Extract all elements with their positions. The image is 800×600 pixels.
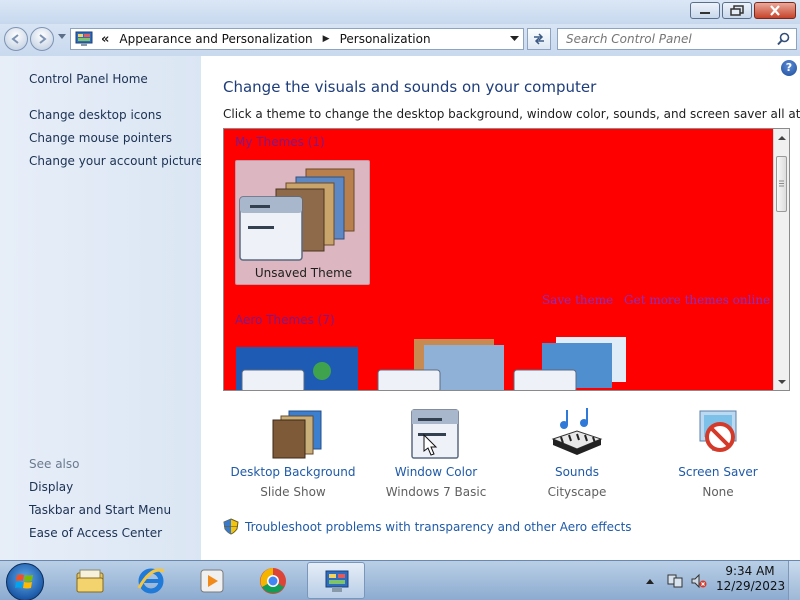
breadcrumb-separator-icon[interactable]: ▶ xyxy=(323,34,330,44)
themes-list: My Themes (1) Unsaved Theme Save theme G… xyxy=(223,128,790,391)
left-task-pane: Control Panel Home Change desktop icons … xyxy=(0,56,203,560)
back-button[interactable] xyxy=(4,27,28,51)
desktop-background-value: Slide Show xyxy=(260,485,326,499)
sounds-link[interactable]: Sounds xyxy=(507,465,647,479)
close-button[interactable] xyxy=(754,2,796,19)
window-color-item[interactable]: Window Color Windows 7 Basic xyxy=(366,407,506,499)
my-themes-label[interactable]: My Themes (1) xyxy=(235,135,325,149)
theme-preview-icon xyxy=(239,168,355,261)
display-link[interactable]: Display xyxy=(29,480,73,494)
volume-muted-icon[interactable] xyxy=(691,573,707,589)
screen-saver-link[interactable]: Screen Saver xyxy=(648,465,788,479)
sounds-value: Cityscape xyxy=(547,485,607,499)
themes-scrollbar[interactable] xyxy=(773,129,789,390)
search-icon[interactable] xyxy=(777,32,790,46)
folder-icon xyxy=(76,569,104,593)
shield-icon xyxy=(223,518,239,535)
control-panel-home-link[interactable]: Control Panel Home xyxy=(29,72,148,86)
address-bar[interactable]: « Appearance and Personalization ▶ Perso… xyxy=(70,28,524,50)
taskbar-start-menu-link[interactable]: Taskbar and Start Menu xyxy=(29,503,171,517)
aero-themes-label[interactable]: Aero Themes (7) xyxy=(235,313,335,327)
windows-logo-icon xyxy=(15,574,33,589)
breadcrumb-personalization[interactable]: Personalization xyxy=(340,32,431,46)
taskbar-internet-explorer[interactable] xyxy=(122,562,180,599)
aero-theme-previews-icon[interactable] xyxy=(236,337,656,391)
clock-time: 9:34 AM xyxy=(725,564,775,578)
window-color-link[interactable]: Window Color xyxy=(366,465,506,479)
taskbar-control-panel[interactable] xyxy=(307,562,365,599)
search-input[interactable] xyxy=(557,28,797,50)
see-also-label: See also xyxy=(29,457,80,471)
refresh-button[interactable] xyxy=(527,28,551,50)
system-clock[interactable]: 9:34 AM 12/29/2023 xyxy=(716,564,786,594)
scrollbar-thumb[interactable] xyxy=(776,156,787,212)
scroll-up-icon[interactable] xyxy=(775,133,789,143)
change-desktop-icons-link[interactable]: Change desktop icons xyxy=(29,108,162,122)
back-arrow-icon xyxy=(11,34,19,44)
minimize-button[interactable] xyxy=(690,2,720,19)
taskbar-file-explorer[interactable] xyxy=(61,562,119,599)
breadcrumb-appearance[interactable]: Appearance and Personalization xyxy=(119,32,312,46)
desktop-background-item[interactable]: Desktop Background Slide Show xyxy=(223,407,363,499)
clock-date: 12/29/2023 xyxy=(716,579,786,593)
change-account-picture-link[interactable]: Change your account picture xyxy=(29,154,203,168)
control-panel-taskbar-icon xyxy=(325,570,349,592)
internet-explorer-icon xyxy=(137,568,165,594)
minimize-icon xyxy=(700,11,710,14)
window-color-icon xyxy=(411,409,459,459)
taskbar xyxy=(0,560,800,600)
scroll-down-icon[interactable] xyxy=(775,377,789,387)
forward-arrow-icon xyxy=(39,34,47,44)
screen-saver-item[interactable]: Screen Saver None xyxy=(648,407,788,499)
taskbar-media-player[interactable] xyxy=(183,562,241,599)
title-bar xyxy=(0,0,800,24)
restore-button[interactable] xyxy=(722,2,752,19)
taskbar-chrome[interactable] xyxy=(244,562,302,599)
close-icon xyxy=(770,5,780,16)
address-dropdown-icon[interactable] xyxy=(510,36,519,42)
control-panel-icon xyxy=(75,31,93,46)
show-hidden-icons-icon[interactable] xyxy=(645,577,655,585)
page-title: Change the visuals and sounds on your co… xyxy=(223,78,597,96)
change-mouse-pointers-link[interactable]: Change mouse pointers xyxy=(29,131,172,145)
help-icon[interactable]: ? xyxy=(781,60,797,76)
media-player-icon xyxy=(200,569,224,593)
chrome-icon xyxy=(260,568,286,594)
breadcrumb-root[interactable]: « xyxy=(101,32,109,47)
desktop-background-icon xyxy=(272,410,322,459)
forward-button[interactable] xyxy=(30,27,54,51)
screen-saver-value: None xyxy=(702,485,734,499)
restore-icon xyxy=(730,5,744,16)
unsaved-theme-tile[interactable]: Unsaved Theme xyxy=(235,160,370,285)
window-controls xyxy=(690,2,796,19)
sounds-item[interactable]: Sounds Cityscape xyxy=(507,407,647,499)
troubleshoot-text[interactable]: Troubleshoot problems with transparency … xyxy=(245,520,632,534)
screen-saver-icon xyxy=(699,410,737,452)
get-more-themes-link[interactable]: Get more themes online xyxy=(624,293,770,307)
start-button[interactable] xyxy=(6,563,44,600)
unsaved-theme-label: Unsaved Theme xyxy=(254,266,353,280)
network-icon[interactable] xyxy=(667,573,683,589)
grip-icon xyxy=(779,180,784,187)
show-desktop-button[interactable] xyxy=(788,561,800,600)
ease-of-access-link[interactable]: Ease of Access Center xyxy=(29,526,162,540)
page-subtitle: Click a theme to change the desktop back… xyxy=(223,107,800,121)
recent-pages-icon[interactable] xyxy=(58,34,66,40)
window-color-value: Windows 7 Basic xyxy=(385,485,487,499)
desktop-background-link[interactable]: Desktop Background xyxy=(223,465,363,479)
troubleshoot-link[interactable]: Troubleshoot problems with transparency … xyxy=(223,518,632,535)
save-theme-link[interactable]: Save theme xyxy=(542,293,613,307)
refresh-icon xyxy=(534,33,544,45)
sounds-icon xyxy=(551,408,603,455)
navigation-bar: « Appearance and Personalization ▶ Perso… xyxy=(0,24,800,56)
